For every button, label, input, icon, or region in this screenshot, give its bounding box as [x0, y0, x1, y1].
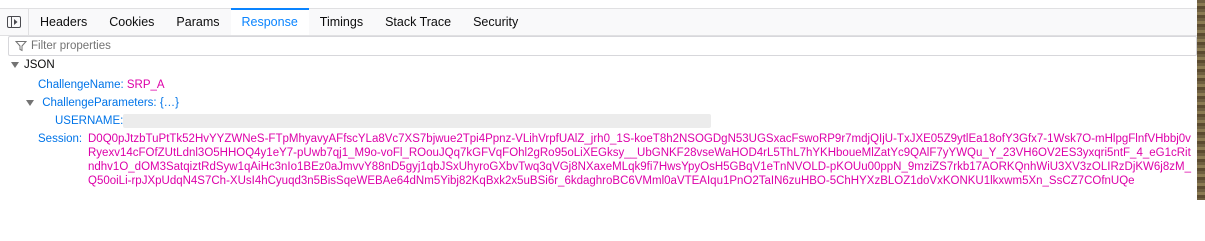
right-edge-background — [1197, 0, 1205, 200]
tab-security[interactable]: Security — [462, 9, 529, 35]
challenge-parameters-row[interactable]: ChallengeParameters: {…} — [26, 97, 179, 109]
toggle-panel-button[interactable] — [0, 9, 29, 35]
filter-properties-box — [8, 36, 1197, 56]
session-value: D0Q0pJtzbTuPtTk52HvYYZWNeS-FTpMhyavyAFfs… — [88, 133, 1191, 187]
challenge-name-row: ChallengeName: SRP_A — [38, 79, 165, 91]
devtools-tab-bar: Headers Cookies Params Response Timings … — [0, 8, 1197, 36]
username-row: USERNAME: — [55, 115, 123, 127]
session-row: Session: — [38, 133, 82, 145]
challenge-parameters-value: {…} — [159, 97, 180, 109]
tab-headers[interactable]: Headers — [29, 9, 98, 35]
json-root-label: JSON — [24, 59, 55, 71]
tab-cookies[interactable]: Cookies — [98, 9, 165, 35]
tab-params[interactable]: Params — [165, 9, 230, 35]
sidebar-toggle-icon — [7, 16, 21, 28]
username-redacted-value — [123, 114, 711, 128]
challenge-name-key: ChallengeName: — [38, 79, 124, 91]
username-key: USERNAME: — [55, 115, 124, 127]
bottom-blank-area — [0, 200, 1205, 241]
json-section-header[interactable]: JSON — [0, 57, 1197, 73]
filter-properties-input[interactable] — [27, 38, 1196, 54]
challenge-parameters-key: ChallengeParameters: — [42, 97, 157, 109]
expand-json-twisty-icon[interactable] — [11, 62, 19, 68]
tab-response[interactable]: Response — [230, 8, 310, 35]
tab-stack-trace[interactable]: Stack Trace — [374, 9, 462, 35]
challenge-name-value: SRP_A — [126, 79, 165, 91]
session-key: Session: — [38, 133, 83, 145]
expand-challenge-parameters-icon[interactable] — [26, 99, 34, 106]
filter-icon — [15, 41, 27, 52]
tab-timings[interactable]: Timings — [309, 9, 374, 35]
